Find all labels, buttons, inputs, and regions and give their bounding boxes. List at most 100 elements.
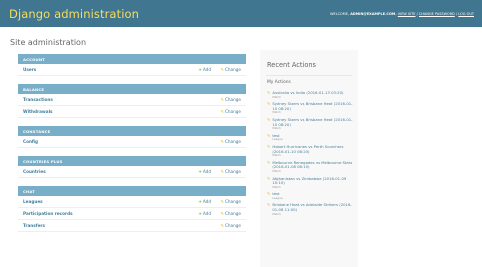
app-module: ACCOUNT Users +Add ✎Change — [18, 54, 246, 76]
app-list: ACCOUNT Users +Add ✎Change BALANCE Transactio… — [18, 54, 246, 240]
action-type: Match — [272, 184, 281, 189]
add-label: Add — [202, 169, 211, 174]
action-body: Hobart Hurricanes vs Perth Scorchers (20… — [272, 144, 353, 158]
action-body: Afghanistan vs Zimbabwe (2016-01-09 10:1… — [272, 176, 353, 190]
module-caption[interactable]: COUNTRIES PLUS — [18, 156, 246, 166]
module-caption[interactable]: ACCOUNT — [18, 54, 246, 64]
module-caption[interactable]: CHAT — [18, 186, 246, 196]
model-link[interactable]: Countries — [23, 169, 191, 174]
app-module: CONSTANCE Config ✎Change — [18, 126, 246, 148]
pencil-icon: ✎ — [220, 109, 224, 114]
action-link[interactable]: Brisbane Heat vs Adelaide Strikers (2016… — [272, 203, 353, 212]
model-link[interactable]: Transactions — [23, 97, 191, 102]
separator: / — [416, 11, 418, 16]
add-link[interactable]: +Add — [191, 67, 211, 72]
action-link[interactable]: Afghanistan vs Zimbabwe (2016-01-09 10:1… — [272, 176, 353, 186]
add-link[interactable]: +Add — [191, 169, 211, 174]
action-body: Melbourne Renegades vs Melbourne Stars (… — [272, 160, 353, 174]
module-caption[interactable]: CONSTANCE — [18, 126, 246, 136]
change-link[interactable]: ✎Change — [217, 223, 241, 228]
actions-list: ✎ Australia vs India (2016-01-13 03:20) Ma… — [267, 90, 353, 219]
change-label: Change — [224, 139, 241, 144]
change-label: Change — [224, 97, 241, 102]
model-link[interactable]: Transfers — [23, 223, 191, 228]
change-label: Change — [224, 223, 241, 228]
user-tools: WELCOME, ADMIN@EXAMPLE.COM. VIEW SITE / … — [330, 12, 474, 16]
app-module: COUNTRIES PLUS Countries +Add ✎Change — [18, 156, 246, 178]
change-link[interactable]: ✎Change — [217, 169, 241, 174]
action-body: Sydney Sixers vs Brisbane Heat (2016-01-… — [272, 101, 353, 115]
model-link[interactable]: Users — [23, 67, 191, 72]
action-type: Match — [272, 211, 281, 216]
action-link[interactable]: Sydney Sixers vs Brisbane Heat (2016-01-… — [272, 101, 353, 111]
change-label: Change — [224, 109, 241, 114]
pencil-icon: ✎ — [267, 159, 271, 165]
action-type: Match — [272, 126, 281, 131]
user-name: ADMIN@EXAMPLE.COM. — [350, 11, 397, 16]
pencil-icon: ✎ — [220, 211, 224, 216]
pencil-icon: ✎ — [267, 202, 271, 208]
recent-action-item: ✎ Australia vs India (2016-01-13 03:20) Ma… — [267, 90, 353, 99]
recent-action-item: ✎ Hobart Hurricanes vs Perth Scorchers (2… — [267, 143, 353, 158]
recent-action-item: ✎ Sydney Sixers vs Brisbane Heat (2016-01… — [267, 116, 353, 131]
recent-action-item: ✎ Afghanistan vs Zimbabwe (2016-01-09 10:… — [267, 175, 353, 190]
model-row: Transactions ✎Change — [18, 94, 246, 106]
change-link[interactable]: ✎Change — [217, 67, 241, 72]
change-link[interactable]: ✎Change — [217, 109, 241, 114]
model-row: Countries +Add ✎Change — [18, 166, 246, 178]
model-link[interactable]: Leagues — [23, 199, 191, 204]
add-link[interactable]: +Add — [191, 199, 211, 204]
change-link[interactable]: ✎Change — [217, 139, 241, 144]
recent-action-item: ✎ Melbourne Renegades vs Melbourne Stars … — [267, 159, 353, 174]
pencil-icon: ✎ — [220, 169, 224, 174]
action-type: Match — [272, 168, 281, 173]
action-link[interactable]: Hobart Hurricanes vs Perth Scorchers (20… — [272, 144, 353, 154]
add-label: Add — [202, 199, 211, 204]
view-site-link[interactable]: VIEW SITE — [398, 12, 416, 16]
model-link[interactable]: Participation records — [23, 211, 191, 216]
action-link[interactable]: Australia vs India (2016-01-13 03:20) — [272, 90, 353, 96]
action-link[interactable]: Sydney Sixers vs Brisbane Heat (2016-01-… — [272, 117, 353, 127]
pencil-icon: ✎ — [267, 191, 271, 197]
plus-icon: + — [198, 67, 202, 72]
module-caption[interactable]: BALANCE — [18, 84, 246, 94]
change-link[interactable]: ✎Change — [217, 97, 241, 102]
action-link[interactable]: Melbourne Renegades vs Melbourne Stars (… — [272, 160, 353, 170]
change-label: Change — [224, 169, 241, 174]
action-type: Match — [272, 110, 281, 115]
change-link[interactable]: ✎Change — [217, 211, 241, 216]
recent-action-item: ✎ Brisbane Heat vs Adelaide Strikers (201… — [267, 203, 353, 216]
pencil-icon: ✎ — [220, 223, 224, 228]
add-link[interactable]: +Add — [191, 211, 211, 216]
model-row: Withdrawals ✎Change — [18, 106, 246, 118]
model-row: Leagues +Add ✎Change — [18, 196, 246, 208]
pencil-icon: ✎ — [267, 143, 271, 149]
model-row: Users +Add ✎Change — [18, 64, 246, 76]
app-module: CHAT Leagues +Add ✎Change Participation reco… — [18, 186, 246, 232]
separator: / — [455, 11, 458, 16]
action-body: test League — [272, 192, 353, 200]
logout-link[interactable]: LOG OUT — [458, 12, 474, 16]
pencil-icon: ✎ — [267, 116, 271, 122]
model-link[interactable]: Config — [23, 139, 191, 144]
recent-action-item: ✎ test League — [267, 191, 353, 200]
my-actions-title: My Actions — [267, 80, 291, 85]
site-branding[interactable]: Django administration — [9, 7, 139, 21]
page-title: Site administration — [10, 38, 87, 47]
change-password-link[interactable]: CHANGE PASSWORD — [419, 12, 455, 16]
pencil-icon: ✎ — [220, 67, 224, 72]
pencil-icon: ✎ — [220, 139, 224, 144]
change-link[interactable]: ✎Change — [217, 199, 241, 204]
recent-actions-panel: Recent Actions My Actions ✎ Australia vs … — [260, 50, 358, 267]
recent-actions-title: Recent Actions — [267, 61, 316, 69]
plus-icon: + — [198, 199, 202, 204]
plus-icon: + — [198, 169, 202, 174]
model-link[interactable]: Withdrawals — [23, 109, 191, 114]
welcome-text: WELCOME, — [330, 11, 350, 16]
pencil-icon: ✎ — [267, 90, 271, 95]
change-label: Change — [224, 211, 241, 216]
action-type: Match — [272, 94, 281, 99]
divider — [266, 75, 352, 76]
app-module: BALANCE Transactions ✎Change Withdrawals ✎Ch… — [18, 84, 246, 118]
pencil-icon: ✎ — [267, 175, 271, 181]
